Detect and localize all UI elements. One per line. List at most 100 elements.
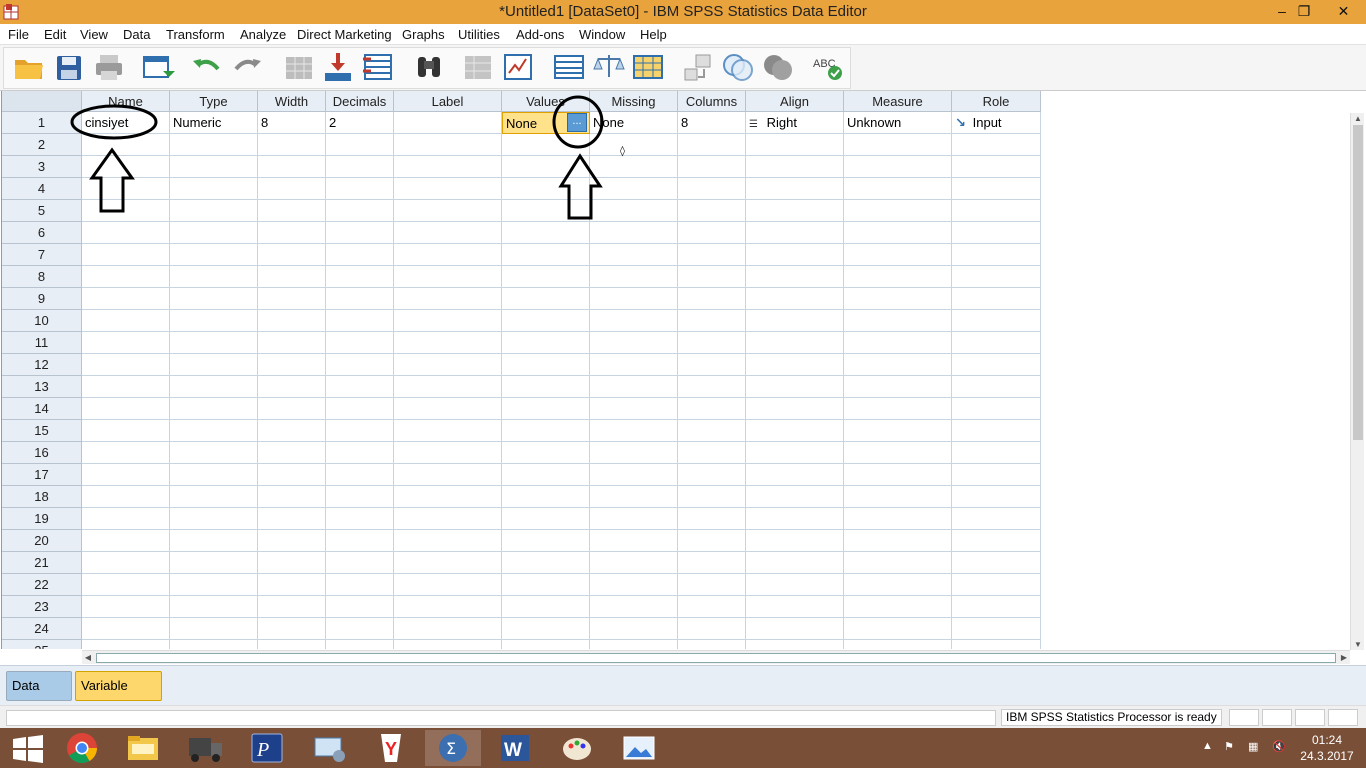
empty-cell[interactable] (170, 420, 258, 442)
row-number[interactable]: 14 (2, 398, 82, 420)
empty-cell[interactable] (82, 156, 170, 178)
empty-cell[interactable] (170, 200, 258, 222)
empty-cell[interactable] (678, 618, 746, 640)
empty-cell[interactable] (502, 508, 590, 530)
row-number[interactable]: 12 (2, 354, 82, 376)
empty-cell[interactable] (678, 288, 746, 310)
empty-cell[interactable] (952, 156, 1041, 178)
empty-cell[interactable] (502, 266, 590, 288)
empty-cell[interactable] (258, 156, 326, 178)
empty-cell[interactable] (952, 222, 1041, 244)
empty-cell[interactable] (746, 398, 844, 420)
empty-cell[interactable] (746, 332, 844, 354)
empty-cell[interactable] (394, 376, 502, 398)
empty-cell[interactable] (394, 618, 502, 640)
empty-cell[interactable] (952, 530, 1041, 552)
empty-cell[interactable] (326, 442, 394, 464)
empty-cell[interactable] (258, 574, 326, 596)
empty-cell[interactable] (952, 178, 1041, 200)
row-number[interactable]: 23 (2, 596, 82, 618)
use-sets-icon[interactable] (721, 51, 755, 83)
empty-cell[interactable] (844, 618, 952, 640)
empty-cell[interactable] (326, 530, 394, 552)
empty-cell[interactable] (678, 200, 746, 222)
empty-cell[interactable] (82, 398, 170, 420)
save-icon[interactable] (52, 51, 86, 83)
empty-cell[interactable] (82, 310, 170, 332)
empty-cell[interactable] (170, 310, 258, 332)
empty-cell[interactable] (82, 354, 170, 376)
empty-cell[interactable] (746, 288, 844, 310)
empty-cell[interactable] (82, 464, 170, 486)
empty-cell[interactable] (82, 200, 170, 222)
empty-cell[interactable] (394, 200, 502, 222)
empty-cell[interactable] (170, 156, 258, 178)
empty-cell[interactable] (590, 288, 678, 310)
empty-cell[interactable] (394, 178, 502, 200)
empty-cell[interactable] (170, 574, 258, 596)
empty-cell[interactable] (326, 222, 394, 244)
empty-cell[interactable] (170, 222, 258, 244)
empty-cell[interactable] (258, 442, 326, 464)
empty-cell[interactable] (258, 266, 326, 288)
empty-cell[interactable] (844, 508, 952, 530)
empty-cell[interactable] (844, 530, 952, 552)
yandex-icon[interactable]: Y (363, 730, 419, 766)
cell-role[interactable]: ↘ Input (952, 112, 1041, 134)
empty-cell[interactable] (82, 266, 170, 288)
empty-cell[interactable] (82, 376, 170, 398)
empty-cell[interactable] (746, 640, 844, 649)
horizontal-scrollbar[interactable]: ◀ ▶ (82, 650, 1350, 664)
empty-cell[interactable] (746, 596, 844, 618)
empty-cell[interactable] (326, 288, 394, 310)
empty-cell[interactable] (590, 618, 678, 640)
column-header-align[interactable]: Align (746, 91, 844, 112)
value-labels-icon[interactable] (682, 51, 716, 83)
empty-cell[interactable] (170, 134, 258, 156)
empty-cell[interactable] (258, 464, 326, 486)
close-button[interactable]: ✕ (1321, 0, 1366, 24)
empty-cell[interactable] (82, 596, 170, 618)
photo-viewer-icon[interactable] (611, 730, 667, 766)
empty-cell[interactable] (590, 486, 678, 508)
select-cases-icon[interactable] (631, 51, 665, 83)
empty-cell[interactable] (746, 618, 844, 640)
empty-cell[interactable] (394, 310, 502, 332)
empty-cell[interactable] (844, 574, 952, 596)
row-number[interactable]: 18 (2, 486, 82, 508)
empty-cell[interactable] (170, 530, 258, 552)
menu-window[interactable]: Window (579, 27, 625, 42)
empty-cell[interactable] (170, 486, 258, 508)
empty-cell[interactable] (952, 486, 1041, 508)
empty-cell[interactable] (590, 354, 678, 376)
empty-cell[interactable] (844, 464, 952, 486)
empty-cell[interactable] (590, 640, 678, 649)
empty-cell[interactable] (590, 376, 678, 398)
empty-cell[interactable] (590, 530, 678, 552)
network-tray-icon[interactable]: ▦ (1248, 740, 1258, 753)
empty-cell[interactable] (394, 596, 502, 618)
empty-cell[interactable] (678, 398, 746, 420)
empty-cell[interactable] (170, 266, 258, 288)
empty-cell[interactable] (678, 376, 746, 398)
empty-cell[interactable] (746, 244, 844, 266)
column-header-role[interactable]: Role (952, 91, 1041, 112)
empty-cell[interactable] (170, 376, 258, 398)
empty-cell[interactable] (394, 486, 502, 508)
empty-cell[interactable] (326, 464, 394, 486)
cell-missing[interactable]: None (590, 112, 678, 134)
empty-cell[interactable] (326, 552, 394, 574)
empty-cell[interactable] (82, 420, 170, 442)
empty-cell[interactable] (502, 244, 590, 266)
empty-cell[interactable] (170, 508, 258, 530)
empty-cell[interactable] (746, 200, 844, 222)
empty-cell[interactable] (502, 222, 590, 244)
spell-check-icon[interactable]: ABC (810, 51, 844, 83)
empty-cell[interactable] (502, 640, 590, 649)
empty-cell[interactable] (678, 332, 746, 354)
empty-cell[interactable] (326, 640, 394, 649)
row-number[interactable]: 3 (2, 156, 82, 178)
empty-cell[interactable] (326, 200, 394, 222)
empty-cell[interactable] (394, 332, 502, 354)
row-number[interactable]: 22 (2, 574, 82, 596)
